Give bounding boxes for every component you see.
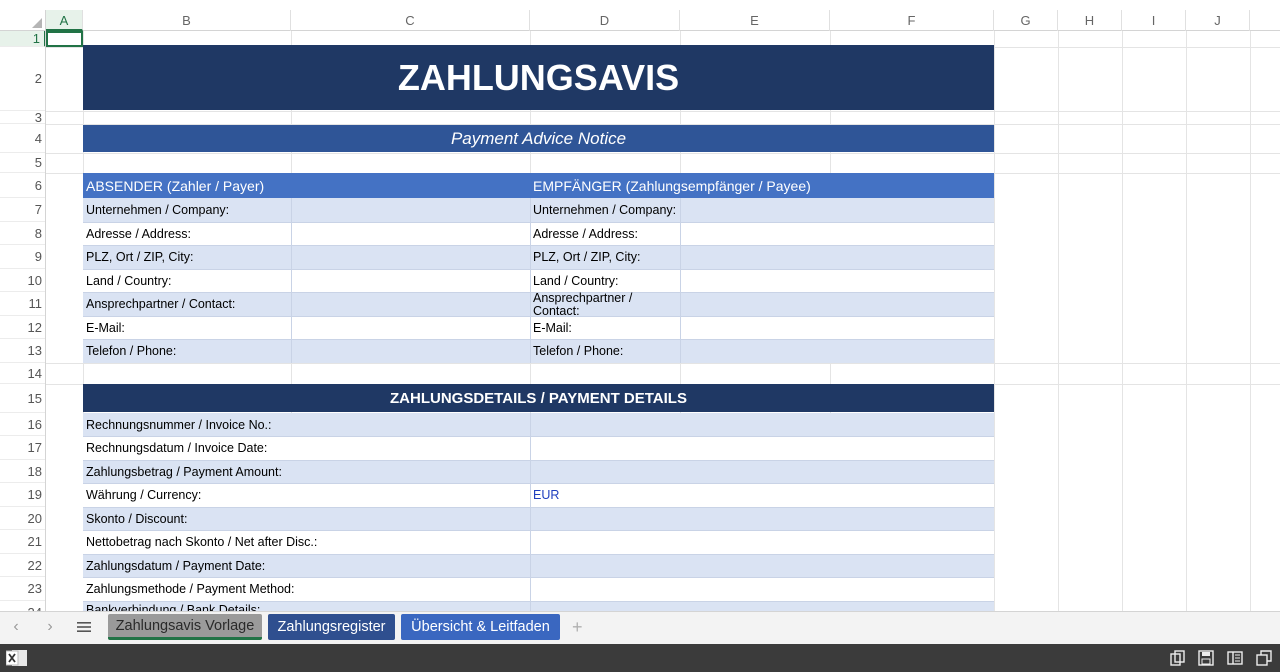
sender-company-label: Unternehmen / Company: bbox=[86, 203, 230, 217]
row-header-3[interactable]: 3 bbox=[0, 110, 45, 125]
plus-icon[interactable]: + bbox=[572, 617, 583, 638]
payment-date-label: Zahlungsdatum / Payment Date: bbox=[86, 558, 266, 573]
sheet-grid[interactable]: ZAHLUNGSAVIS Payment Advice Notice ABSEN… bbox=[46, 31, 1280, 611]
row-header-12[interactable]: 12 bbox=[0, 316, 45, 339]
recipient-company-label: Unternehmen / Company: bbox=[533, 203, 677, 217]
sender-contact-label: Ansprechpartner / Contact: bbox=[86, 297, 236, 311]
selected-cell-a1[interactable] bbox=[46, 31, 83, 47]
row-header-24[interactable]: 24 bbox=[0, 601, 45, 611]
column-header-h[interactable]: H bbox=[1058, 10, 1122, 31]
row-header-13[interactable]: 13 bbox=[0, 339, 45, 363]
row-header-1[interactable]: 1 bbox=[0, 31, 45, 47]
payment-method-label: Zahlungsmethode / Payment Method: bbox=[86, 582, 295, 596]
row-header-14[interactable]: 14 bbox=[0, 363, 45, 384]
next-sheet-icon[interactable]: › bbox=[42, 618, 58, 636]
column-header-i[interactable]: I bbox=[1122, 10, 1186, 31]
recipient-header: EMPFÄNGER (Zahlungsempfänger / Payee) bbox=[530, 173, 994, 198]
row-header-21[interactable]: 21 bbox=[0, 530, 45, 554]
restore-window-icon[interactable] bbox=[1256, 650, 1272, 666]
column-header-j[interactable]: J bbox=[1186, 10, 1250, 31]
column-header-d[interactable]: D bbox=[530, 10, 680, 31]
row-header-9[interactable]: 9 bbox=[0, 245, 45, 269]
sender-country-label: Land / Country: bbox=[86, 273, 172, 288]
row-header-16[interactable]: 16 bbox=[0, 413, 45, 436]
row-header-bar: 1 2 3 4 5 6 7 8 9 10 11 12 13 14 15 16 1… bbox=[0, 31, 46, 611]
row-header-22[interactable]: 22 bbox=[0, 554, 45, 577]
tab-label: Zahlungsavis Vorlage bbox=[115, 617, 255, 634]
row-header-6[interactable]: 6 bbox=[0, 173, 45, 198]
tab-zahlungsavis-vorlage[interactable]: Zahlungsavis Vorlage bbox=[108, 614, 262, 640]
row-header-19[interactable]: 19 bbox=[0, 483, 45, 507]
sheet-tab-bar: ‹ › Zahlungsavis Vorlage Zahlungsregiste… bbox=[0, 611, 1280, 644]
taskbar bbox=[0, 644, 1280, 672]
row-header-7[interactable]: 7 bbox=[0, 198, 45, 222]
tab-zahlungsregister[interactable]: Zahlungsregister bbox=[268, 614, 395, 640]
invoice-number-label: Rechnungsnummer / Invoice No.: bbox=[86, 417, 272, 432]
copy-icon[interactable] bbox=[1170, 650, 1186, 666]
row-header-8[interactable]: 8 bbox=[0, 222, 45, 245]
recipient-country-label: Land / Country: bbox=[533, 273, 619, 288]
recipient-zip-city-label: PLZ, Ort / ZIP, City: bbox=[533, 250, 641, 264]
column-header-g[interactable]: G bbox=[994, 10, 1058, 31]
corner-triangle-icon bbox=[32, 18, 42, 28]
discount-label: Skonto / Discount: bbox=[86, 511, 188, 526]
sender-header: ABSENDER (Zahler / Payer) bbox=[83, 173, 530, 198]
sender-phone-label: Telefon / Phone: bbox=[86, 344, 177, 358]
recipient-phone-label: Telefon / Phone: bbox=[533, 344, 624, 358]
hamburger-icon[interactable] bbox=[77, 620, 91, 632]
sender-email-label: E-Mail: bbox=[86, 320, 125, 335]
sender-address-label: Adresse / Address: bbox=[86, 226, 191, 241]
column-header-f[interactable]: F bbox=[830, 10, 994, 31]
recipient-contact-label: Ansprechpartner / Contact: bbox=[533, 292, 633, 316]
page-subtitle: Payment Advice Notice bbox=[83, 125, 994, 152]
bank-details-label: Bankverbindung / Bank Details: bbox=[86, 603, 261, 611]
tab-uebersicht-leitfaden[interactable]: Übersicht & Leitfaden bbox=[401, 614, 560, 640]
row-header-2[interactable]: 2 bbox=[0, 47, 45, 111]
row-header-18[interactable]: 18 bbox=[0, 460, 45, 483]
save-icon[interactable] bbox=[1198, 650, 1214, 666]
row-header-4[interactable]: 4 bbox=[0, 124, 45, 153]
column-header-c[interactable]: C bbox=[291, 10, 530, 31]
recipient-address-label: Adresse / Address: bbox=[533, 226, 638, 241]
page-title: ZAHLUNGSAVIS bbox=[83, 45, 994, 110]
excel-icon[interactable] bbox=[5, 649, 28, 667]
select-all-corner[interactable] bbox=[0, 10, 46, 31]
prev-sheet-icon[interactable]: ‹ bbox=[8, 618, 24, 636]
reading-view-icon[interactable] bbox=[1227, 650, 1243, 666]
row-header-15[interactable]: 15 bbox=[0, 384, 45, 413]
row-header-11[interactable]: 11 bbox=[0, 292, 45, 316]
row-header-17[interactable]: 17 bbox=[0, 436, 45, 460]
column-header-bar: A B C D E F G H I J bbox=[0, 10, 1280, 31]
row-header-5[interactable]: 5 bbox=[0, 153, 45, 173]
sender-zip-city-label: PLZ, Ort / ZIP, City: bbox=[86, 250, 194, 264]
row-header-20[interactable]: 20 bbox=[0, 507, 45, 530]
column-header-a[interactable]: A bbox=[46, 10, 83, 31]
currency-label: Währung / Currency: bbox=[86, 488, 202, 502]
currency-value[interactable]: EUR bbox=[530, 483, 680, 507]
payment-amount-label: Zahlungsbetrag / Payment Amount: bbox=[86, 464, 282, 479]
column-header-e[interactable]: E bbox=[680, 10, 830, 31]
column-header-b[interactable]: B bbox=[83, 10, 291, 31]
invoice-date-label: Rechnungsdatum / Invoice Date: bbox=[86, 441, 268, 455]
row-header-10[interactable]: 10 bbox=[0, 269, 45, 292]
recipient-email-label: E-Mail: bbox=[533, 320, 572, 335]
row-header-23[interactable]: 23 bbox=[0, 577, 45, 601]
payment-details-header: ZAHLUNGSDETAILS / PAYMENT DETAILS bbox=[83, 384, 994, 412]
net-after-discount-label: Nettobetrag nach Skonto / Net after Disc… bbox=[86, 535, 318, 549]
